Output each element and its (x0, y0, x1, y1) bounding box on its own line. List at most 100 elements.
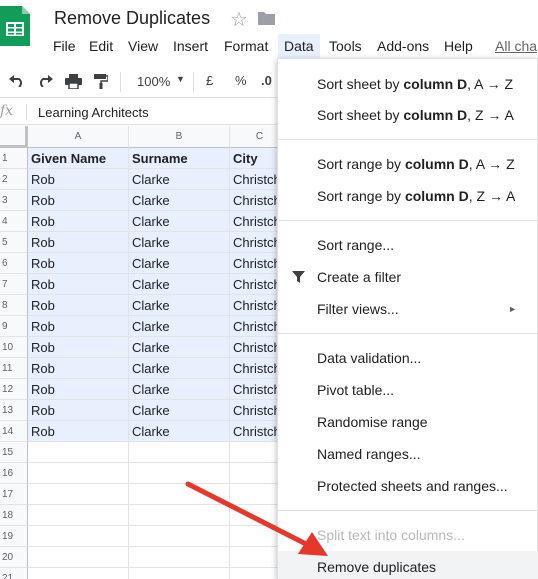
table-cell[interactable]: Rob (28, 400, 129, 421)
remove-duplicates-item[interactable]: Remove duplicates (278, 551, 538, 579)
row-number[interactable]: 12 (0, 379, 28, 400)
named-ranges-item[interactable]: Named ranges... (278, 438, 538, 470)
row-number[interactable]: 7 (0, 274, 28, 295)
table-cell[interactable] (28, 526, 129, 547)
row-number[interactable]: 6 (0, 253, 28, 274)
table-cell[interactable]: Rob (28, 274, 129, 295)
protected-sheets-item[interactable]: Protected sheets and ranges... (278, 470, 538, 502)
paint-format-icon[interactable] (94, 74, 108, 89)
row-number[interactable]: 8 (0, 295, 28, 316)
table-cell[interactable]: Surname (129, 148, 230, 169)
table-cell[interactable]: Clarke (129, 379, 230, 400)
menu-addons[interactable]: Add-ons (377, 36, 429, 56)
table-cell[interactable]: Clarke (129, 358, 230, 379)
chevron-down-icon[interactable]: ▼ (176, 74, 185, 84)
row-number[interactable]: 19 (0, 526, 28, 547)
row-number[interactable]: 10 (0, 337, 28, 358)
sort-range-az-item[interactable]: Sort range by column D, A → Z (278, 148, 538, 180)
decrease-decimal-button[interactable]: .0 (261, 73, 272, 88)
table-cell[interactable] (129, 526, 230, 547)
table-cell[interactable]: Rob (28, 421, 129, 442)
folder-icon[interactable] (258, 11, 275, 25)
table-cell[interactable] (28, 442, 129, 463)
menu-help[interactable]: Help (444, 36, 473, 56)
table-cell[interactable]: Rob (28, 169, 129, 190)
table-cell[interactable]: Clarke (129, 337, 230, 358)
menu-insert[interactable]: Insert (173, 36, 208, 56)
table-cell[interactable] (129, 484, 230, 505)
percent-format-button[interactable]: % (235, 73, 247, 88)
row-number[interactable]: 13 (0, 400, 28, 421)
table-cell[interactable] (28, 484, 129, 505)
table-cell[interactable]: Clarke (129, 253, 230, 274)
row-number[interactable]: 17 (0, 484, 28, 505)
table-cell[interactable]: Rob (28, 358, 129, 379)
menu-format[interactable]: Format (224, 36, 268, 56)
table-cell[interactable]: Rob (28, 190, 129, 211)
currency-format-button[interactable]: £ (206, 73, 213, 88)
table-cell[interactable]: Clarke (129, 232, 230, 253)
redo-icon[interactable] (37, 75, 53, 87)
table-cell[interactable] (28, 547, 129, 568)
table-cell[interactable] (28, 463, 129, 484)
zoom-select[interactable]: 100% (137, 74, 170, 89)
formula-input[interactable]: Learning Architects (38, 105, 149, 120)
table-cell[interactable] (129, 442, 230, 463)
row-number[interactable]: 16 (0, 463, 28, 484)
menu-data[interactable]: Data (278, 34, 320, 58)
table-cell[interactable]: Clarke (129, 190, 230, 211)
row-number[interactable]: 15 (0, 442, 28, 463)
table-cell[interactable]: Rob (28, 337, 129, 358)
table-cell[interactable]: Rob (28, 379, 129, 400)
table-cell[interactable] (28, 568, 129, 579)
all-changes-link[interactable]: All cha (495, 36, 537, 56)
table-cell[interactable] (129, 463, 230, 484)
sort-range-za-item[interactable]: Sort range by column D, Z → A (278, 180, 538, 212)
table-cell[interactable]: Clarke (129, 421, 230, 442)
table-cell[interactable] (129, 547, 230, 568)
menu-file[interactable]: File (53, 36, 76, 56)
row-number[interactable]: 11 (0, 358, 28, 379)
sort-sheet-az-item[interactable]: Sort sheet by column D, A → Z (278, 68, 538, 100)
table-cell[interactable] (129, 568, 230, 579)
select-all-corner[interactable] (0, 126, 28, 148)
table-cell[interactable]: Given Name (28, 148, 129, 169)
pivot-table-item[interactable]: Pivot table... (278, 374, 538, 406)
create-filter-item[interactable]: Create a filter (278, 261, 538, 293)
undo-icon[interactable] (9, 75, 25, 87)
column-header-b[interactable]: B (129, 126, 230, 148)
print-icon[interactable] (65, 74, 82, 89)
column-header-a[interactable]: A (28, 126, 129, 148)
table-cell[interactable]: Clarke (129, 274, 230, 295)
menu-view[interactable]: View (128, 36, 158, 56)
filter-views-item[interactable]: Filter views... ► (278, 293, 538, 325)
row-number[interactable]: 3 (0, 190, 28, 211)
sort-range-item[interactable]: Sort range... (278, 229, 538, 261)
table-cell[interactable]: Clarke (129, 169, 230, 190)
table-cell[interactable]: Rob (28, 232, 129, 253)
row-number[interactable]: 21 (0, 568, 28, 579)
row-number[interactable]: 20 (0, 547, 28, 568)
table-cell[interactable]: Clarke (129, 316, 230, 337)
row-number[interactable]: 2 (0, 169, 28, 190)
table-cell[interactable]: Rob (28, 295, 129, 316)
table-cell[interactable]: Clarke (129, 211, 230, 232)
row-number[interactable]: 1 (0, 148, 28, 169)
row-number[interactable]: 4 (0, 211, 28, 232)
row-number[interactable]: 18 (0, 505, 28, 526)
menu-tools[interactable]: Tools (329, 36, 362, 56)
randomise-range-item[interactable]: Randomise range (278, 406, 538, 438)
star-icon[interactable]: ☆ (230, 7, 248, 32)
row-number[interactable]: 14 (0, 421, 28, 442)
data-validation-item[interactable]: Data validation... (278, 342, 538, 374)
table-cell[interactable]: Rob (28, 211, 129, 232)
sort-sheet-za-item[interactable]: Sort sheet by column D, Z → A (278, 99, 538, 131)
table-cell[interactable]: Clarke (129, 295, 230, 316)
row-number[interactable]: 5 (0, 232, 28, 253)
table-cell[interactable]: Rob (28, 316, 129, 337)
table-cell[interactable]: Clarke (129, 400, 230, 421)
table-cell[interactable] (28, 505, 129, 526)
row-number[interactable]: 9 (0, 316, 28, 337)
table-cell[interactable] (129, 505, 230, 526)
document-title[interactable]: Remove Duplicates (54, 8, 210, 29)
